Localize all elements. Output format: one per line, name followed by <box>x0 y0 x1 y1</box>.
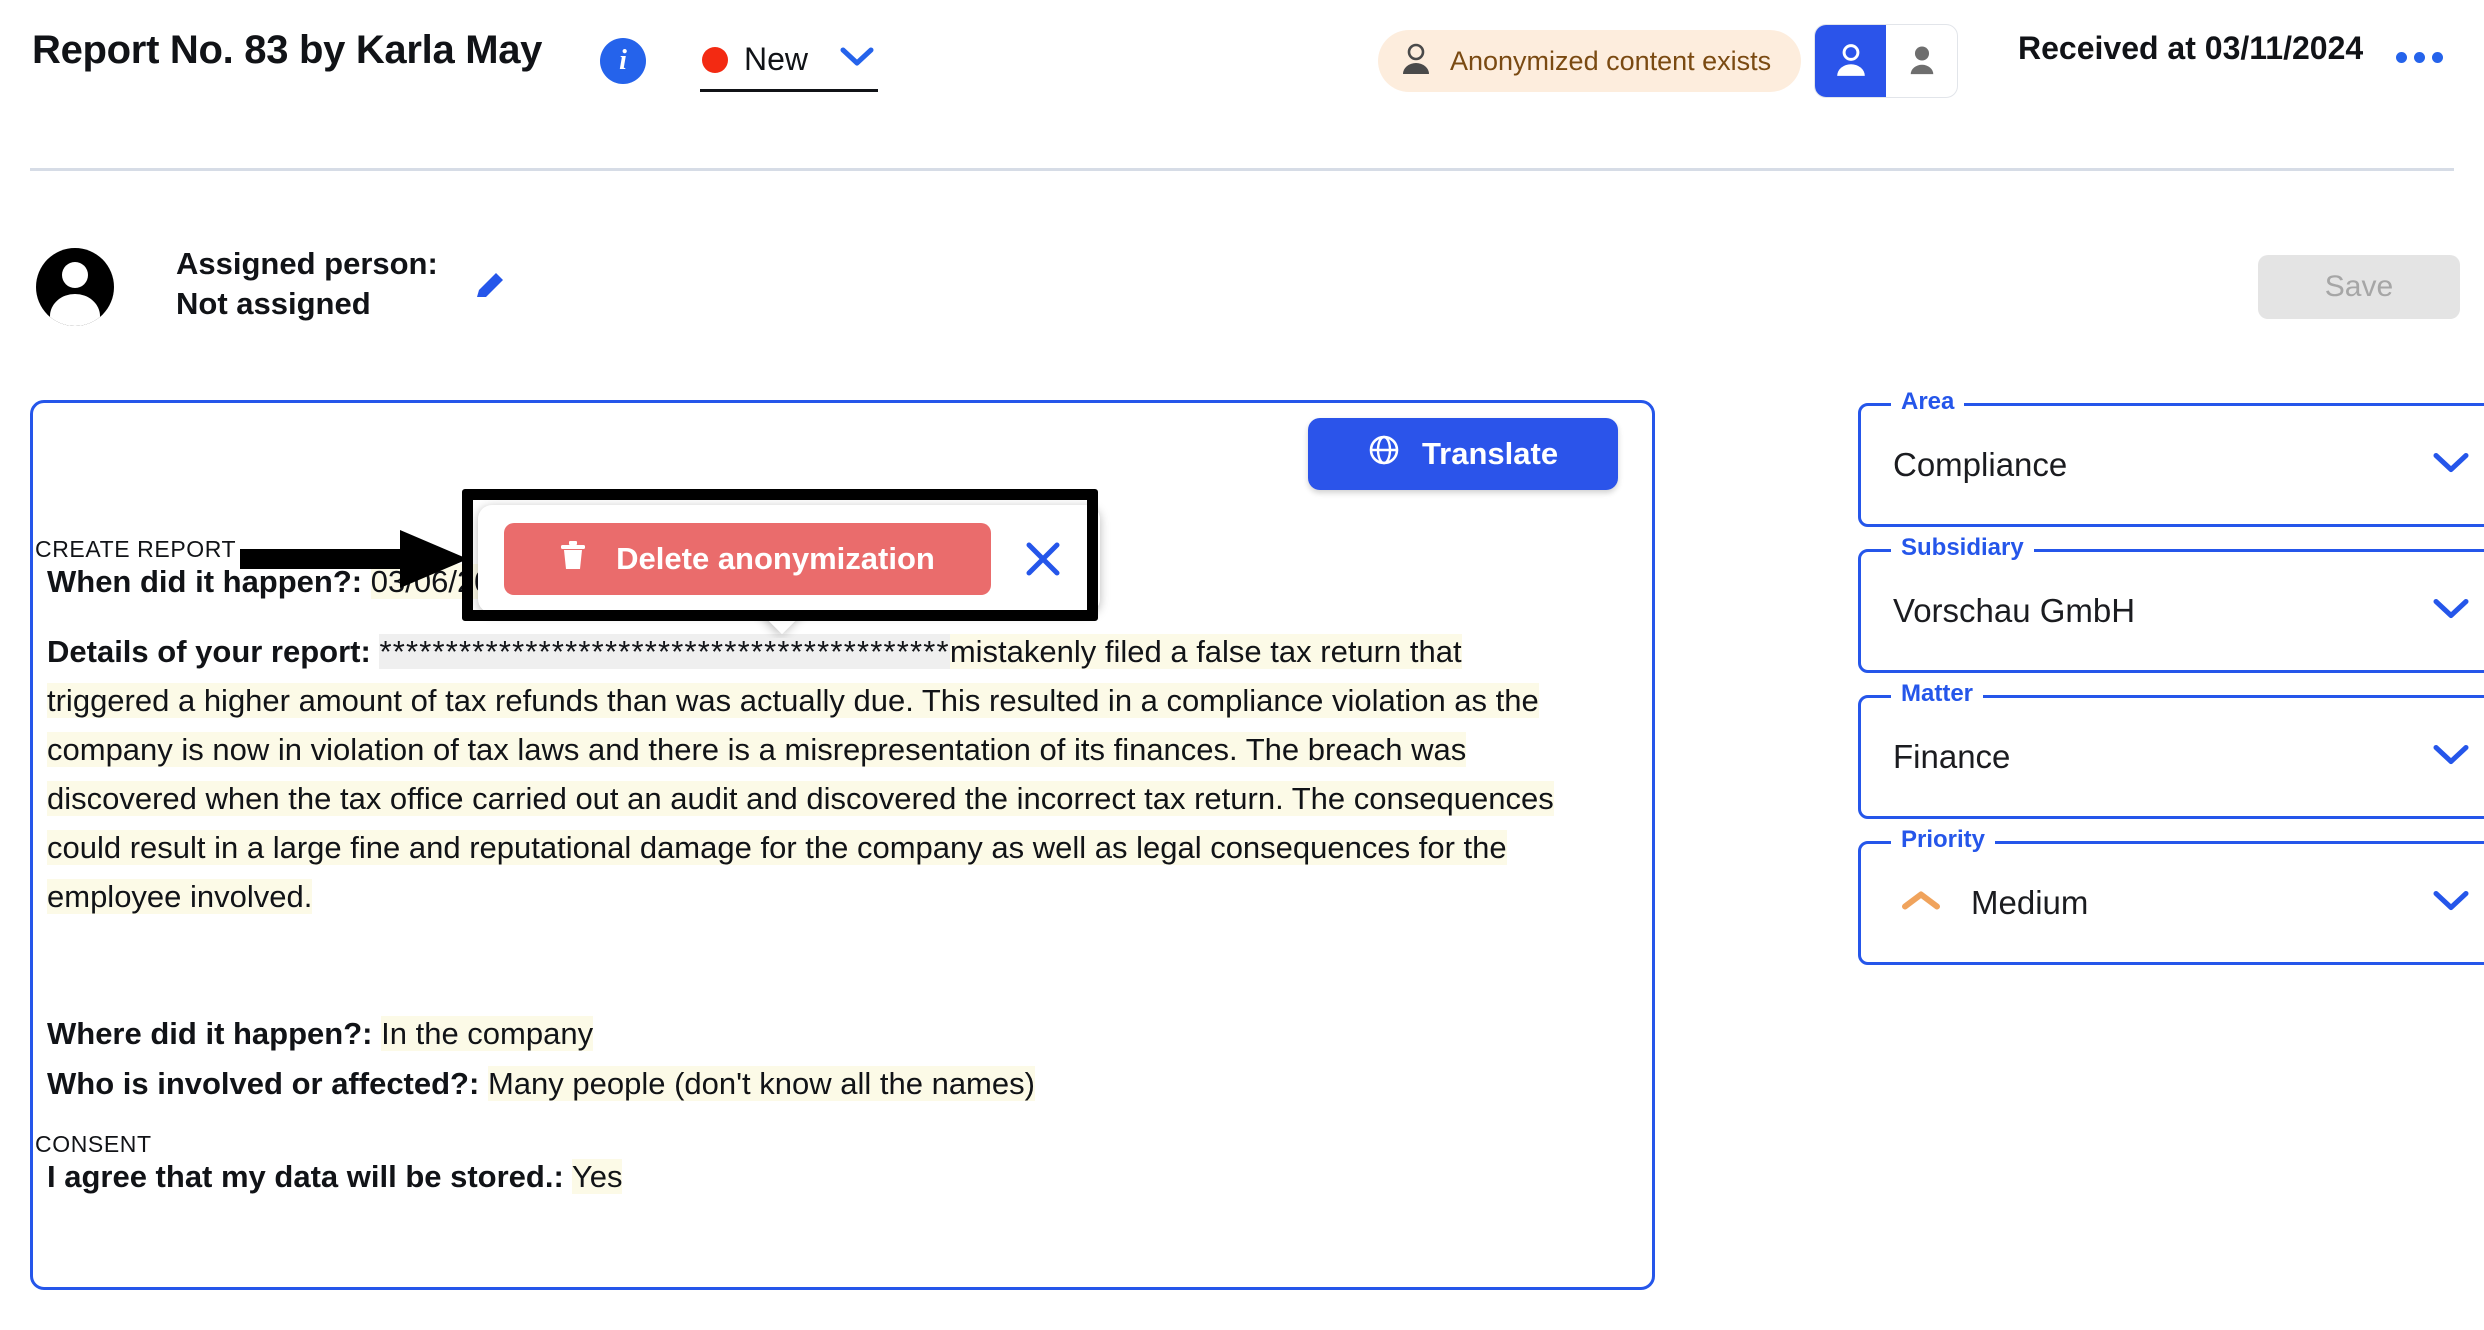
received-date: Received at 03/11/2024 <box>2018 30 2364 66</box>
field-priority-legend: Priority <box>1891 828 1996 852</box>
view-toggle-group[interactable] <box>1814 24 1958 98</box>
delete-anonymization-label: Delete anonymization <box>616 541 935 576</box>
toggle-original-view[interactable] <box>1886 25 1957 97</box>
question-details: Details of your report: ****************… <box>47 627 1592 921</box>
question-where: Where did it happen?: In the company <box>47 1016 594 1051</box>
field-area[interactable]: Area Compliance <box>1858 390 2484 527</box>
question-consent: I agree that my data will be stored.: Ye… <box>47 1159 623 1194</box>
chevron-down-icon[interactable] <box>2433 889 2469 918</box>
chevron-down-icon[interactable] <box>2433 451 2469 480</box>
question-where-label: Where did it happen?: <box>47 1016 373 1051</box>
field-matter-legend: Matter <box>1891 682 1984 706</box>
report-detail-page: Report No. 83 by Karla May i New Anonymi… <box>0 0 2484 1330</box>
field-matter-value: Finance <box>1893 738 2011 775</box>
question-details-answer: mistakenly filed a false tax return that… <box>47 634 1554 914</box>
delete-anonymization-popover: Delete anonymization <box>478 505 1100 613</box>
question-who-label: Who is involved or affected?: <box>47 1066 480 1101</box>
assigned-person-value: Not assigned <box>176 285 371 321</box>
toggle-anonymized-view[interactable] <box>1815 25 1886 97</box>
status-dropdown[interactable]: New <box>700 30 878 92</box>
question-who: Who is involved or affected?: Many peopl… <box>47 1066 1035 1101</box>
question-consent-answer: Yes <box>571 1159 623 1194</box>
question-details-label: Details of your report: <box>47 634 371 669</box>
page-title: Report No. 83 by Karla May <box>32 28 543 72</box>
delete-anonymization-button[interactable]: Delete anonymization <box>504 523 991 595</box>
question-where-answer: In the company <box>381 1016 594 1051</box>
question-who-answer: Many people (don't know all the names) <box>487 1066 1035 1101</box>
field-subsidiary[interactable]: Subsidiary Vorschau GmbH <box>1858 536 2484 673</box>
redacted-text: ****************************************… <box>379 634 950 669</box>
field-subsidiary-legend: Subsidiary <box>1891 536 2034 560</box>
anonymized-content-badge: Anonymized content exists <box>1378 30 1802 92</box>
translate-button[interactable]: Translate <box>1308 418 1618 490</box>
translate-button-label: Translate <box>1421 436 1559 471</box>
pencil-icon[interactable] <box>470 268 508 311</box>
field-area-legend: Area <box>1891 390 1965 414</box>
section-label-create-report: CREATE REPORT <box>35 536 237 562</box>
chevron-down-icon[interactable] <box>2433 597 2469 626</box>
annotation-arrow <box>240 522 470 607</box>
chevron-up-orange-icon <box>1901 890 1941 917</box>
avatar-head <box>62 262 88 288</box>
field-area-value: Compliance <box>1893 446 2068 483</box>
status-label: New <box>744 41 809 77</box>
chevron-down-icon <box>840 46 874 73</box>
close-x-icon[interactable] <box>1017 533 1069 585</box>
question-consent-label: I agree that my data will be stored.: <box>47 1159 564 1194</box>
avatar-body <box>50 294 100 326</box>
person-outline-icon <box>1400 42 1432 81</box>
field-priority-value: Medium <box>1971 884 2089 921</box>
assigned-person-label: Assigned person: <box>176 246 438 281</box>
save-button[interactable]: Save <box>2258 255 2460 319</box>
anonymized-content-label: Anonymized content exists <box>1450 45 1772 76</box>
field-matter[interactable]: Matter Finance <box>1858 682 2484 819</box>
info-icon[interactable]: i <box>600 38 646 84</box>
globe-icon <box>1368 434 1400 474</box>
avatar <box>36 248 114 326</box>
assigned-person-block: Assigned person: Not assigned <box>176 244 438 323</box>
chevron-down-icon[interactable] <box>2433 743 2469 772</box>
page-header: Report No. 83 by Karla May i New Anonymi… <box>0 0 2484 171</box>
trash-icon <box>560 540 586 578</box>
field-subsidiary-value: Vorschau GmbH <box>1893 592 2136 629</box>
status-dot-icon <box>702 46 728 73</box>
section-label-consent: CONSENT <box>35 1131 152 1157</box>
more-horizontal-icon[interactable] <box>2396 52 2443 63</box>
field-priority[interactable]: Priority Medium <box>1858 828 2484 965</box>
header-divider <box>30 168 2454 171</box>
